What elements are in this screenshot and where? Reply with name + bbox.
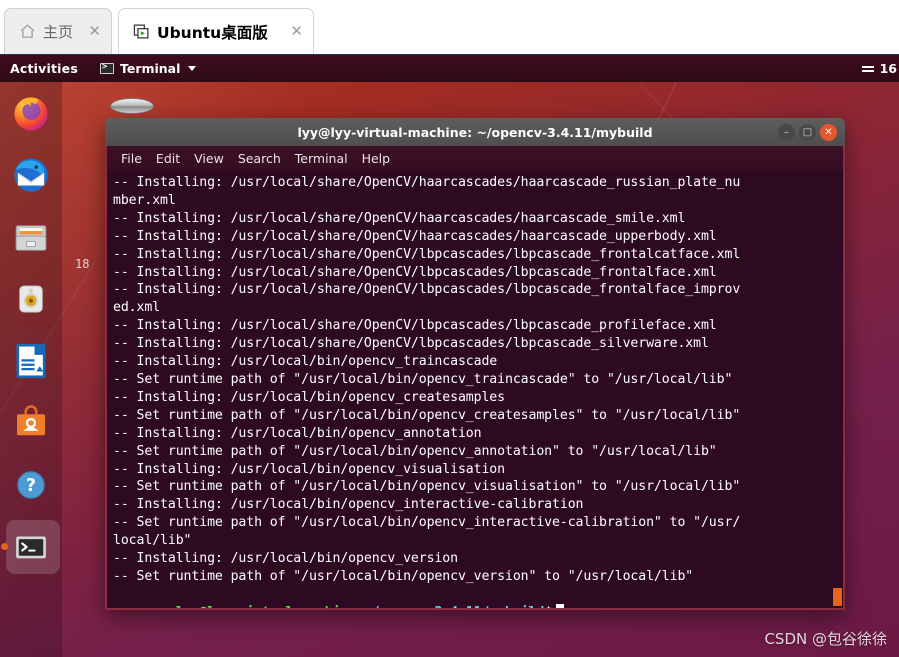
screen: 主页 ✕ Ubuntu桌面版 ✕ Activities Terminal 16: [0, 0, 899, 657]
menu-item-view[interactable]: View: [194, 151, 224, 166]
terminal-line: -- Installing: /usr/local/share/OpenCV/h…: [113, 228, 717, 244]
browser-tab-ubuntu[interactable]: Ubuntu桌面版 ✕: [118, 8, 314, 54]
desktop-icon-label: 18: [75, 257, 90, 271]
virtual-machine-icon: [133, 24, 149, 39]
terminal-window: lyy@lyy-virtual-machine: ~/opencv-3.4.11…: [105, 118, 845, 610]
browser-tab-ubuntu-label: Ubuntu桌面版: [157, 23, 268, 42]
terminal-line: -- Installing: /usr/local/share/OpenCV/h…: [113, 175, 741, 190]
dock-item-firefox[interactable]: [0, 82, 62, 144]
terminal-line: -- Installing: /usr/local/bin/opencv_vis…: [113, 461, 505, 477]
minimize-button[interactable]: –: [778, 123, 795, 141]
terminal-scrollbar-thumb[interactable]: [833, 588, 842, 606]
help-icon: ?: [17, 471, 45, 499]
home-icon: [20, 24, 35, 38]
prompt-dollar: $: [544, 605, 552, 608]
menu-item-file[interactable]: File: [121, 151, 142, 166]
terminal-title-bar[interactable]: lyy@lyy-virtual-machine: ~/opencv-3.4.11…: [105, 118, 845, 146]
terminal-line: mber.xml: [113, 192, 176, 208]
menu-item-terminal[interactable]: Terminal: [295, 151, 348, 166]
rhythmbox-icon: [19, 285, 43, 313]
terminal-line: -- Installing: /usr/local/share/OpenCV/h…: [113, 210, 686, 226]
text-cursor: [556, 603, 565, 608]
terminal-line: -- Installing: /usr/local/share/OpenCV/l…: [113, 246, 741, 262]
prompt-user-host: lyy@lyy-virtual-machine: [176, 605, 356, 608]
app-menu-label: Terminal: [119, 61, 181, 76]
trash-can-icon[interactable]: [110, 98, 154, 114]
terminal-line: -- Installing: /usr/local/bin/opencv_ann…: [113, 425, 482, 441]
terminal-line: local/lib": [113, 533, 192, 549]
browser-tab-ubuntu-close-icon[interactable]: ✕: [290, 24, 303, 39]
files-icon: [15, 225, 47, 251]
terminal-line-list: -- Installing: /usr/local/share/OpenCV/h…: [113, 174, 839, 586]
menu-item-edit[interactable]: Edit: [156, 151, 180, 166]
close-button[interactable]: ✕: [820, 123, 837, 141]
terminal-line: -- Installing: /usr/local/bin/opencv_ver…: [113, 551, 458, 567]
terminal-icon: [16, 536, 46, 559]
terminal-output[interactable]: -- Installing: /usr/local/share/OpenCV/h…: [105, 171, 845, 610]
status-area[interactable]: 16: [861, 55, 899, 82]
menu-item-search[interactable]: Search: [238, 151, 281, 166]
prompt-colon: :: [356, 605, 364, 608]
dock-item-libreoffice-writer[interactable]: [0, 330, 62, 392]
prompt-path: ~/opencv-3.4.11/mybuild: [364, 605, 544, 608]
terminal-title: lyy@lyy-virtual-machine: ~/opencv-3.4.11…: [297, 124, 653, 140]
terminal-line: -- Set runtime path of "/usr/local/bin/o…: [113, 443, 717, 459]
svg-text:?: ?: [26, 476, 36, 496]
terminal-line: -- Set runtime path of "/usr/local/bin/o…: [113, 371, 733, 387]
activities-button[interactable]: Activities: [10, 61, 78, 76]
dock-item-rhythmbox[interactable]: [0, 268, 62, 330]
maximize-button[interactable]: □: [799, 123, 816, 141]
dock-item-files[interactable]: [0, 206, 62, 268]
terminal-line: -- Set runtime path of "/usr/local/bin/o…: [113, 515, 741, 531]
dock-item-terminal[interactable]: [0, 516, 62, 578]
browser-tab-home[interactable]: 主页 ✕: [4, 8, 112, 54]
dock-item-ubuntu-software[interactable]: [0, 392, 62, 454]
terminal-line: -- Installing: /usr/local/share/OpenCV/l…: [113, 264, 717, 280]
browser-tab-home-label: 主页: [43, 23, 74, 41]
browser-tab-strip: 主页 ✕ Ubuntu桌面版 ✕: [0, 0, 899, 55]
terminal-line: -- Installing: /usr/local/share/OpenCV/l…: [113, 336, 709, 352]
firefox-icon: [14, 97, 48, 131]
network-icon: [861, 65, 874, 72]
terminal-menu-bar: File Edit View Search Terminal Help: [105, 146, 845, 171]
terminal-line: -- Installing: /usr/local/bin/opencv_tra…: [113, 354, 498, 370]
libreoffice-writer-icon: [16, 343, 46, 379]
terminal-line: -- Installing: /usr/local/bin/opencv_cre…: [113, 389, 505, 405]
app-menu-terminal[interactable]: Terminal: [99, 61, 197, 76]
terminal-line: -- Set runtime path of "/usr/local/bin/o…: [113, 568, 694, 584]
dock-item-help[interactable]: ?: [0, 454, 62, 516]
clock: 16: [879, 61, 897, 76]
ubuntu-top-bar: Activities Terminal 16: [0, 55, 899, 82]
window-controls: – □ ✕: [778, 118, 837, 146]
terminal-line: ed.xml: [113, 300, 161, 316]
thunderbird-icon: [14, 158, 48, 192]
browser-tab-home-close-icon[interactable]: ✕: [88, 24, 101, 39]
terminal-line: -- Installing: /usr/local/share/OpenCV/l…: [113, 318, 717, 334]
ubuntu-software-icon: [17, 405, 45, 436]
terminal-icon: [99, 62, 114, 74]
chevron-down-icon: [188, 66, 197, 71]
launcher-dock: ?: [0, 82, 62, 657]
watermark: CSDN @包谷徐徐: [764, 630, 887, 648]
dock-item-thunderbird[interactable]: [0, 144, 62, 206]
terminal-line: -- Set runtime path of "/usr/local/bin/o…: [113, 479, 741, 495]
menu-item-help[interactable]: Help: [362, 151, 391, 166]
terminal-line: -- Set runtime path of "/usr/local/bin/o…: [113, 407, 741, 423]
terminal-line: -- Installing: /usr/local/share/OpenCV/l…: [113, 282, 741, 298]
terminal-line: -- Installing: /usr/local/bin/opencv_int…: [113, 497, 584, 513]
terminal-prompt-line: lyy@lyy-virtual-machine:~/opencv-3.4.11/…: [113, 586, 839, 608]
